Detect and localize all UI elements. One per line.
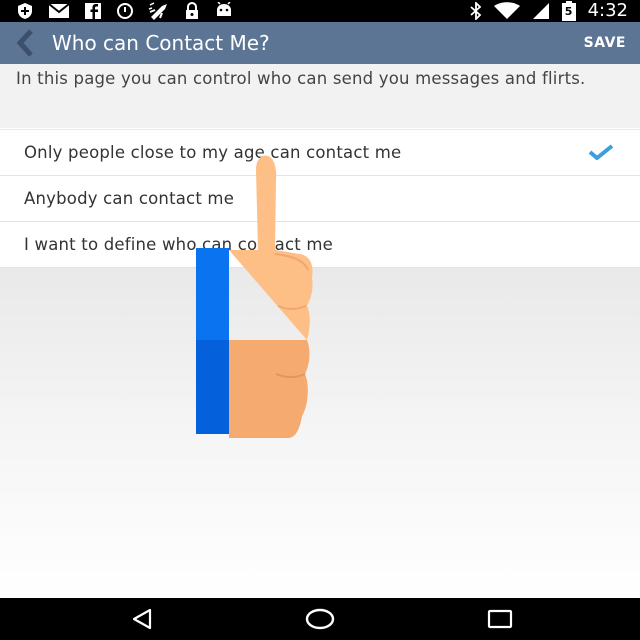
back-button[interactable]: [10, 28, 40, 58]
nav-home-button[interactable]: [302, 606, 338, 632]
recents-square-icon: [487, 609, 513, 629]
empty-content-area: [0, 267, 640, 598]
checkmark-icon: [588, 144, 614, 160]
cell-signal-icon: [532, 3, 549, 19]
save-button[interactable]: SAVE: [584, 22, 626, 64]
mail-icon: [48, 3, 70, 18]
android-icon: [217, 2, 231, 16]
status-icons-right: 5 4:32: [469, 0, 628, 22]
option-close-age[interactable]: Only people close to my age can contact …: [0, 129, 640, 176]
page-description: In this page you can control who can sen…: [16, 69, 586, 88]
facebook-icon: [85, 3, 101, 19]
option-label: I want to define who can contact me: [24, 235, 333, 254]
action-bar: Who can Contact Me? SAVE: [0, 22, 640, 64]
option-anybody[interactable]: Anybody can contact me: [0, 176, 640, 222]
battery-level-label: 5: [564, 5, 573, 18]
navigation-bar: [0, 598, 640, 640]
home-circle-icon: [305, 608, 335, 630]
nav-recents-button[interactable]: [482, 606, 518, 632]
battery-icon: 5: [561, 1, 576, 21]
contact-options-list: Only people close to my age can contact …: [0, 129, 640, 268]
back-triangle-icon: [132, 608, 152, 630]
status-bar: 5 4:32: [0, 0, 640, 22]
page-title: Who can Contact Me?: [52, 31, 270, 55]
bluetooth-icon: [469, 2, 481, 20]
wifi-icon: [493, 2, 520, 19]
screen: 5 4:32 Who can Contact Me? SAVE In this …: [0, 0, 640, 640]
option-label: Anybody can contact me: [24, 189, 235, 208]
status-icons-left: [16, 2, 234, 20]
shield-icon: [18, 3, 32, 19]
status-time: 4:32: [587, 0, 628, 21]
nav-back-button[interactable]: [124, 606, 160, 632]
rocket-icon: [148, 2, 167, 20]
lock-icon: [186, 2, 198, 19]
alarm-icon: [117, 3, 133, 19]
option-label: Only people close to my age can contact …: [24, 143, 402, 162]
option-define[interactable]: I want to define who can contact me: [0, 222, 640, 268]
chevron-left-icon: [16, 29, 33, 57]
